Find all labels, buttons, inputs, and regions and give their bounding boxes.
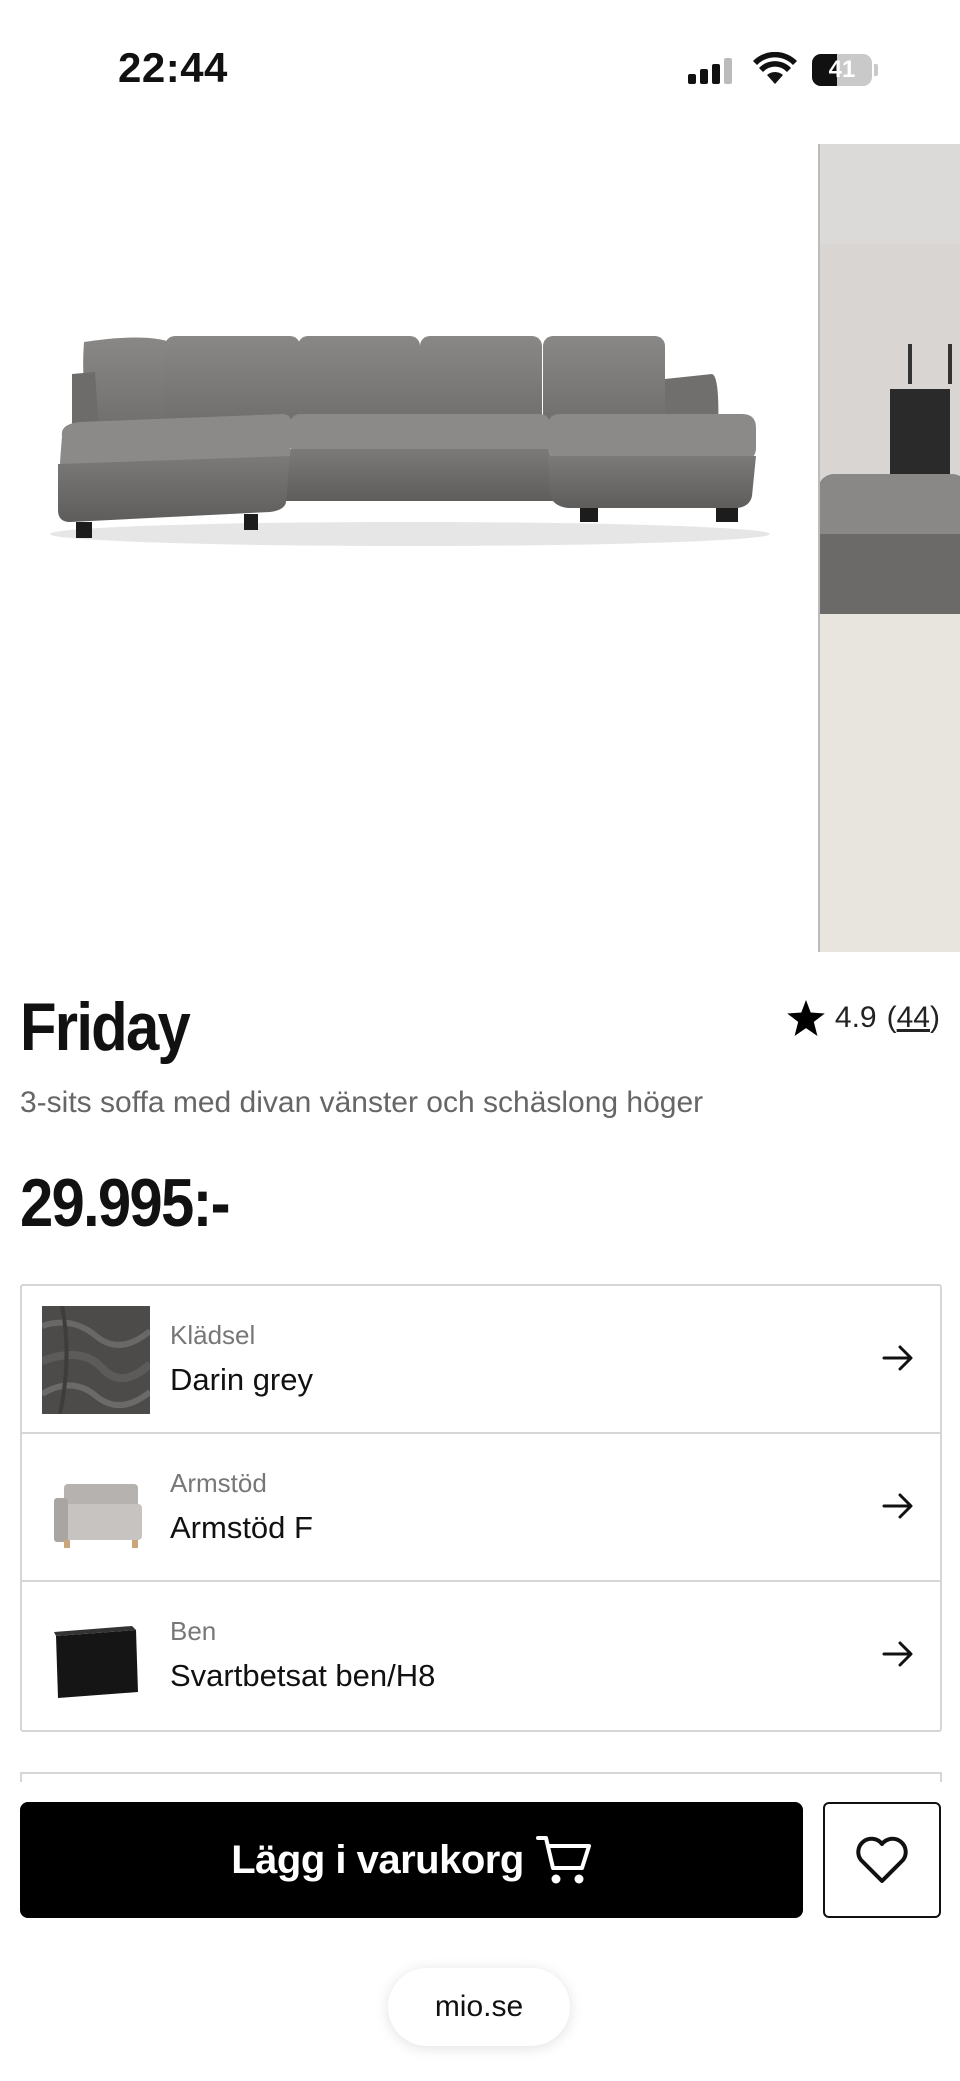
armchair-thumbnail-icon [54,1484,142,1548]
option-label: Armstöd [170,1468,267,1498]
status-bar: 22:44 41 [0,0,960,140]
arrow-right-icon [882,1345,913,1371]
cellular-signal-icon [688,58,732,84]
product-title: Friday [20,989,191,1065]
product-image-sofa[interactable] [0,144,818,952]
action-bar: Lägg i varukorg mio.se [0,1782,960,2081]
option-row-armrest[interactable]: Armstöd Armstöd F [22,1434,940,1582]
product-image-room[interactable] [818,144,960,952]
review-count-link[interactable]: (44) [887,1001,940,1035]
star-icon [787,1000,825,1036]
fabric-swatch-icon [42,1306,150,1414]
product-rating[interactable]: 4.9 (44) [787,1000,940,1036]
product-price: 29.995:- [20,1165,231,1241]
option-label: Klädsel [170,1320,256,1350]
room-image [818,144,960,952]
wifi-icon [753,52,797,84]
favorite-button[interactable] [823,1802,941,1918]
cart-icon [535,1836,591,1884]
arrow-right-icon [882,1641,913,1667]
rating-value: 4.9 [834,1001,877,1034]
add-to-cart-label: Lägg i varukorg [231,1837,524,1882]
option-value: Darin grey [170,1362,313,1397]
option-row-upholstery[interactable]: Klädsel Darin grey [22,1286,940,1434]
product-subtitle: 3-sits soffa med divan vänster och schäs… [20,1086,704,1119]
battery-icon: 41 [812,54,878,86]
leg-block-thumbnail-icon [54,1626,138,1698]
option-row-legs[interactable]: Ben Svartbetsat ben/H8 [22,1582,940,1730]
option-value: Svartbetsat ben/H8 [170,1658,436,1693]
browser-url-pill[interactable]: mio.se [388,1968,570,2046]
option-value: Armstöd F [170,1510,313,1545]
product-options-list: Klädsel Darin grey Armstöd Armstöd F Ben… [20,1284,942,1732]
status-time: 22:44 [118,44,228,91]
heart-icon [856,1836,908,1883]
battery-level: 41 [828,56,856,83]
add-to-cart-button[interactable]: Lägg i varukorg [20,1802,803,1918]
sofa-image [50,336,770,546]
option-label: Ben [170,1616,217,1646]
product-image-gallery[interactable] [0,144,960,952]
arrow-right-icon [882,1493,913,1519]
